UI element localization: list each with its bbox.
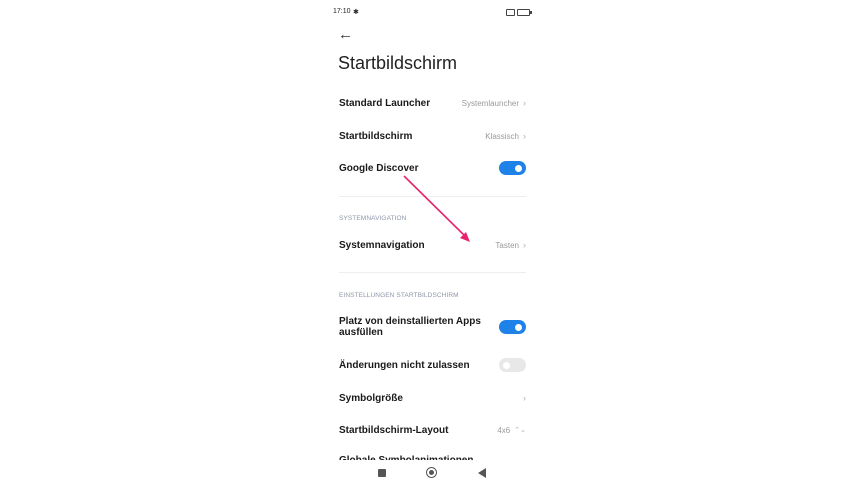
battery-icon — [517, 9, 532, 16]
home-circle-icon[interactable] — [426, 467, 437, 478]
row-label-symbolgroesse: Symbolgröße — [339, 392, 403, 404]
screenshot-stage: 17:10 ✱ ← Startbildschirm Standard Launc… — [0, 0, 864, 486]
toggle-knob — [515, 164, 522, 172]
chevron-right-icon: › — [523, 98, 526, 108]
row-systemnavigation[interactable]: Systemnavigation Tasten › — [339, 238, 526, 252]
row-value-systemnavigation: Tasten › — [495, 240, 526, 250]
row-google-discover[interactable]: Google Discover — [339, 161, 526, 175]
row-value-layout: 4x6 ⌃⌄ — [497, 426, 526, 435]
page-title: Startbildschirm — [338, 53, 458, 73]
back-arrow-icon[interactable]: ← — [338, 26, 353, 43]
row-platz-deinstallierte-apps[interactable]: Platz von deinstallierten Apps ausfüllen — [339, 315, 526, 339]
updown-chevron-icon: ⌃⌄ — [514, 427, 526, 434]
row-label-startbildschirm: Startbildschirm — [339, 130, 413, 142]
system-nav-bar — [326, 460, 538, 486]
value-4x6: 4x6 — [497, 425, 511, 435]
row-value-standard-launcher: Systemlauncher › — [462, 98, 526, 108]
row-label-standard-launcher: Standard Launcher — [339, 97, 431, 109]
chevron-right-icon: › — [523, 131, 526, 141]
status-time: 17:10 — [333, 8, 351, 15]
row-label-systemnavigation: Systemnavigation — [339, 239, 425, 251]
value-systemlauncher: Systemlauncher — [461, 98, 519, 108]
row-label-platz: Platz von deinstallierten Apps ausfüllen — [339, 316, 481, 338]
value-klassisch: Klassisch — [485, 131, 519, 141]
row-startbildschirm[interactable]: Startbildschirm Klassisch › — [339, 129, 526, 143]
row-startbildschirm-layout[interactable]: Startbildschirm-Layout 4x6 ⌃⌄ — [339, 423, 526, 437]
gear-icon: ✱ — [353, 9, 359, 16]
row-value-symbolgroesse: › — [519, 393, 526, 403]
phone-screen: 17:10 ✱ ← Startbildschirm Standard Launc… — [326, 0, 538, 486]
aenderungen-toggle[interactable] — [499, 358, 526, 372]
row-label-google-discover: Google Discover — [339, 162, 419, 174]
row-label-layout: Startbildschirm-Layout — [339, 424, 449, 436]
value-tasten: Tasten — [495, 240, 519, 250]
google-discover-toggle[interactable] — [499, 161, 526, 175]
section-divider — [339, 196, 526, 197]
chevron-right-icon: › — [523, 240, 526, 250]
section-header-einstellungen: EINSTELLUNGEN STARTBILDSCHIRM — [339, 292, 459, 299]
platz-toggle[interactable] — [499, 320, 526, 334]
row-label-aenderungen: Änderungen nicht zulassen — [339, 359, 470, 371]
sim-icon — [506, 9, 515, 16]
section-header-systemnavigation: SYSTEMNAVIGATION — [339, 215, 407, 222]
toggle-knob — [515, 323, 522, 331]
row-value-startbildschirm: Klassisch › — [485, 131, 526, 141]
back-triangle-icon[interactable] — [478, 468, 486, 478]
toggle-knob — [503, 361, 510, 369]
row-symbolgroesse[interactable]: Symbolgröße › — [339, 391, 526, 405]
chevron-right-icon: › — [523, 393, 526, 403]
row-standard-launcher[interactable]: Standard Launcher Systemlauncher › — [339, 96, 526, 110]
section-divider — [339, 272, 526, 273]
recent-apps-square-icon[interactable] — [378, 469, 386, 477]
row-aenderungen-nicht-zulassen[interactable]: Änderungen nicht zulassen — [339, 358, 526, 372]
status-bar: 17:10 ✱ — [333, 7, 532, 19]
